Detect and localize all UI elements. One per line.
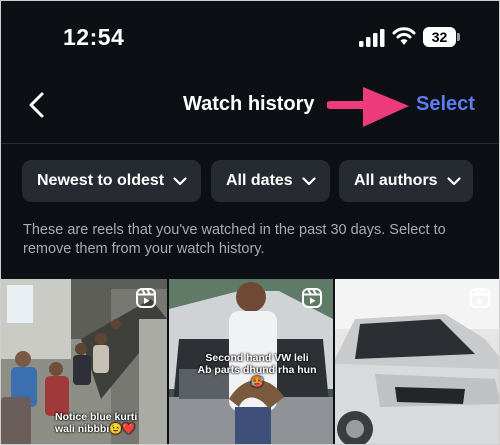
chevron-down-icon [302, 176, 316, 185]
reel-thumbnail[interactable]: Second hand VW leli Ab parts dhund rha h… [169, 279, 333, 444]
author-filter-label: All authors [354, 172, 438, 189]
status-bar: 12:54 32 [1, 1, 499, 77]
wifi-icon [392, 27, 416, 45]
chevron-down-icon [173, 176, 187, 185]
header-divider [1, 143, 499, 144]
page-title: Watch history [183, 93, 315, 115]
battery-icon: 32 [423, 27, 460, 47]
select-button[interactable]: Select [416, 93, 475, 116]
reel-thumbnail[interactable] [335, 279, 499, 444]
reel-caption: Notice blue kurti wali nibbbi😉❤️ [55, 411, 138, 435]
screen: 12:54 32 Watch history Select Newest to … [0, 0, 500, 445]
battery-level: 32 [423, 27, 456, 47]
reels-icon [136, 288, 156, 308]
chevron-down-icon [446, 176, 461, 185]
date-filter-label: All dates [226, 172, 293, 189]
back-chevron-icon[interactable] [25, 91, 49, 119]
reels-icon [302, 288, 322, 308]
reel-caption: Second hand VW leli Ab parts dhund rha h… [197, 352, 317, 388]
status-time: 12:54 [63, 24, 125, 50]
sort-filter-dropdown[interactable]: Newest to oldest [22, 160, 201, 202]
pointer-arrow-annotation [327, 87, 409, 127]
sort-filter-label: Newest to oldest [37, 172, 165, 189]
reel-thumbnail[interactable]: Notice blue kurti wali nibbbi😉❤️ [1, 279, 167, 444]
description-text: These are reels that you've watched in t… [23, 222, 446, 257]
signal-icon [359, 29, 385, 47]
date-filter-dropdown[interactable]: All dates [211, 160, 330, 202]
author-filter-dropdown[interactable]: All authors [339, 160, 473, 202]
reels-icon [470, 288, 490, 308]
